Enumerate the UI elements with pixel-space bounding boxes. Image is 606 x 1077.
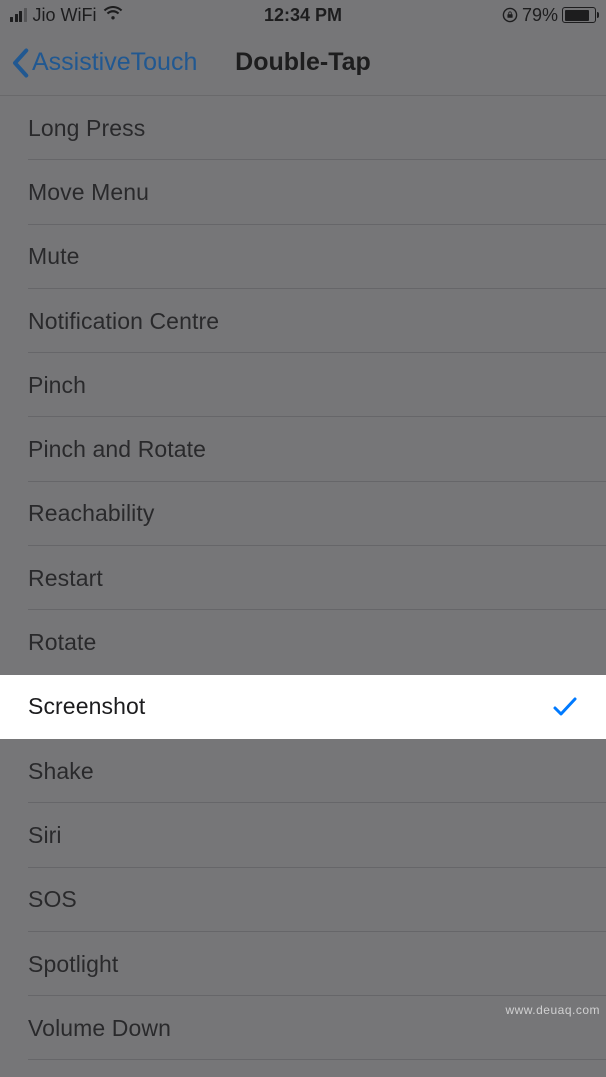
list-item-label: Move Menu	[28, 179, 149, 206]
nav-bar: AssistiveTouch Double-Tap	[0, 30, 606, 96]
list-item[interactable]: SOS	[0, 868, 606, 932]
back-label: AssistiveTouch	[32, 48, 197, 77]
list-item[interactable]: Screenshot	[0, 675, 606, 739]
list-item-label: Screenshot	[28, 693, 145, 720]
list-item[interactable]: Pinch	[0, 353, 606, 417]
list-item-label: Long Press	[28, 115, 145, 142]
battery-icon	[562, 7, 596, 23]
list-item-label: Shake	[28, 758, 94, 785]
list-item[interactable]: Move Menu	[0, 160, 606, 224]
list-item[interactable]: Shake	[0, 739, 606, 803]
list-item[interactable]: Restart	[0, 546, 606, 610]
list-item-label: Reachability	[28, 500, 155, 527]
options-list: Long Press Move Menu Mute Notification Cent…	[0, 96, 606, 1060]
back-button[interactable]: AssistiveTouch	[0, 48, 197, 78]
cellular-signal-icon	[10, 8, 27, 22]
orientation-lock-icon	[502, 7, 518, 23]
list-item[interactable]: Pinch and Rotate	[0, 417, 606, 481]
status-bar: Jio WiFi 12:34 PM 79%	[0, 0, 606, 30]
list-item-label: Pinch and Rotate	[28, 436, 206, 463]
list-item[interactable]: Rotate	[0, 610, 606, 674]
list-item-label: Spotlight	[28, 951, 118, 978]
chevron-left-icon	[10, 48, 30, 78]
page-title: Double-Tap	[235, 48, 371, 77]
battery-percent: 79%	[522, 5, 558, 26]
list-item-label: Rotate	[28, 629, 96, 656]
list-item-label: Siri	[28, 822, 62, 849]
list-item-label: Volume Down	[28, 1015, 171, 1042]
screen: Jio WiFi 12:34 PM 79% AssistiveTouch Dou…	[0, 0, 606, 1077]
list-item-label: SOS	[28, 886, 77, 913]
status-time: 12:34 PM	[264, 5, 342, 26]
list-item[interactable]: Reachability	[0, 482, 606, 546]
list-item[interactable]: Notification Centre	[0, 289, 606, 353]
checkmark-icon	[552, 695, 578, 719]
status-left: Jio WiFi	[10, 5, 264, 26]
list-item[interactable]: Mute	[0, 225, 606, 289]
wifi-icon	[103, 5, 123, 26]
status-right: 79%	[342, 5, 596, 26]
list-item[interactable]: Siri	[0, 803, 606, 867]
list-item-label: Pinch	[28, 372, 86, 399]
list-item[interactable]: Long Press	[0, 96, 606, 160]
list-item-label: Notification Centre	[28, 308, 219, 335]
list-item[interactable]: Spotlight	[0, 932, 606, 996]
carrier-label: Jio WiFi	[33, 5, 97, 26]
list-item-label: Mute	[28, 243, 80, 270]
list-item[interactable]: Volume Down	[0, 996, 606, 1060]
list-item-label: Restart	[28, 565, 103, 592]
